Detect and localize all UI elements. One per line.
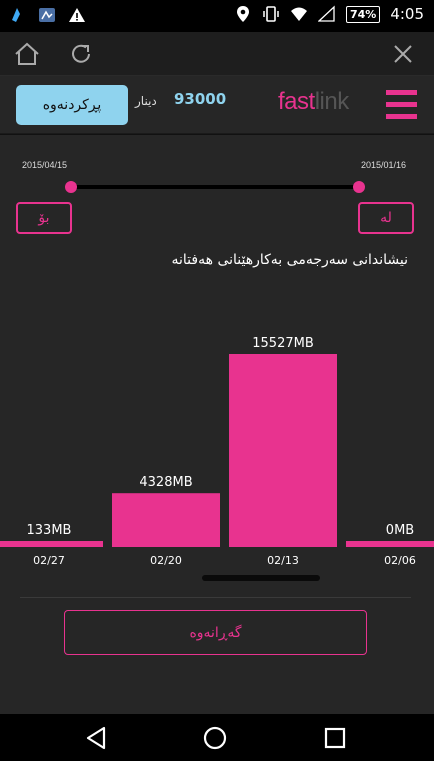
x-tick-label: 02/27 [33,554,65,567]
app-notification-icon [12,8,20,22]
usage-chart: 133MB 02/27 4328MB 02/20 15527MB 02/13 0MB 02/0… [0,336,434,567]
bar-value-label: 0MB [386,523,414,538]
back-button[interactable]: گەڕانەوە [64,610,367,655]
chart-title: نیشاندانی سەرجەمی بەکارهێنانی هەفتانە [171,252,408,268]
end-date: 2015/01/16 [361,160,407,170]
image-notification-icon [39,8,55,22]
balance-value: 93000 [174,90,227,108]
close-button[interactable] [388,40,418,68]
x-tick-label: 02/20 [150,554,182,567]
reload-icon [72,44,90,63]
usage-page: پڕکردنەوە دینار 93000 fastlink 2015/04/1… [0,76,434,714]
signal-icon [317,5,335,22]
status-bar: 74% 4:05 [0,0,434,32]
bar-value-label: 15527MB [252,336,314,351]
wifi-icon [290,7,307,21]
x-tick-label: 02/06 [384,554,416,567]
x-tick-label: 02/13 [267,554,299,567]
content-divider [20,597,411,598]
battery-indicator: 74% [345,5,381,23]
app-header: پڕکردنەوە دینار 93000 fastlink [0,76,434,134]
home-button[interactable] [12,40,42,68]
home-icon [15,42,39,65]
start-date: 2015/04/15 [22,160,68,170]
date-range-track[interactable] [71,185,359,189]
bar-value-label: 4328MB [139,475,192,490]
to-flag: بۆ [16,202,72,234]
currency-label: دینار [135,94,157,108]
warning-icon [69,8,85,22]
recents-nav-icon[interactable] [321,724,349,752]
bar-02-20 [112,493,220,547]
recharge-button[interactable]: پڕکردنەوە [16,85,128,125]
browser-toolbar [0,32,434,76]
from-flag: لە [358,202,414,234]
clock: 4:05 [390,5,424,23]
range-handle-from[interactable] [353,181,365,193]
back-nav-icon[interactable] [82,724,110,752]
location-icon [236,6,249,22]
bar-02-27 [0,541,103,547]
home-nav-icon[interactable] [201,724,229,752]
fastlink-logo: fastlink [278,88,349,115]
bar-02-06 [346,541,434,547]
menu-icon[interactable] [386,90,417,120]
reload-button[interactable] [66,40,96,68]
system-nav-bar [0,714,434,761]
bar-value-label: 133MB [27,523,72,538]
bar-02-13 [229,354,337,547]
close-icon [394,45,412,63]
vibrate-icon [263,6,279,22]
header-divider [0,134,434,135]
horizontal-scrollbar[interactable] [202,575,320,581]
range-handle-to[interactable] [65,181,77,193]
